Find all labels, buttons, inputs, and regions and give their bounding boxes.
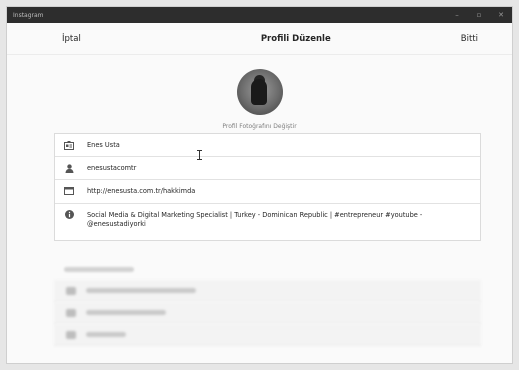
name-row: Enes Usta [55, 134, 480, 158]
website-row: http://enesusta.com.tr/hakkimda [55, 180, 480, 204]
close-button[interactable]: ✕ [490, 7, 512, 23]
id-card-icon [55, 134, 83, 156]
avatar-photo-body [250, 79, 267, 105]
title-bar[interactable]: Instagram – ▫ ✕ [7, 7, 512, 23]
text-cursor [197, 150, 204, 160]
app-name: Instagram [13, 11, 44, 19]
app-window: Instagram – ▫ ✕ İptal Profili Düzenle Bi… [6, 6, 513, 364]
maximize-button[interactable]: ▫ [468, 7, 490, 23]
blurred-phone-row[interactable] [54, 302, 481, 324]
username-field[interactable]: enesustacomtr [83, 157, 480, 179]
change-profile-photo-link[interactable]: Profil Fotoğrafını Değiştir [222, 123, 296, 130]
blurred-phone-text [86, 310, 166, 315]
website-field[interactable]: http://enesusta.com.tr/hakkimda [83, 180, 480, 202]
info-icon [55, 204, 83, 226]
profile-photo-section: Profil Fotoğrafını Değiştir [7, 69, 512, 130]
cancel-button[interactable]: İptal [62, 34, 81, 44]
page-title: Profili Düzenle [260, 33, 331, 44]
name-field[interactable]: Enes Usta [83, 134, 480, 156]
bio-field[interactable]: Social Media & Digital Marketing Special… [83, 204, 480, 235]
blurred-gender-text [86, 332, 126, 337]
browser-window-icon [55, 180, 83, 202]
username-row: enesustacomtr [55, 157, 480, 181]
blurred-email-row[interactable] [54, 280, 481, 302]
profile-form: Enes Usta enesustacomtr http://enesusta.… [54, 133, 481, 241]
email-icon [66, 286, 76, 295]
minimize-button[interactable]: – [446, 7, 468, 23]
person-icon [55, 157, 83, 179]
avatar[interactable] [236, 69, 283, 115]
gender-icon [66, 330, 76, 339]
blurred-gender-row[interactable] [54, 324, 481, 346]
blurred-email-text [86, 288, 196, 293]
phone-icon [66, 308, 76, 317]
edit-profile-header: İptal Profili Düzenle Bitti [7, 23, 512, 55]
bio-row: Social Media & Digital Marketing Special… [55, 204, 480, 240]
window-controls: – ▫ ✕ [446, 7, 512, 23]
done-button[interactable]: Bitti [461, 34, 478, 44]
blurred-section-label [64, 267, 134, 272]
private-information-section [54, 263, 481, 346]
